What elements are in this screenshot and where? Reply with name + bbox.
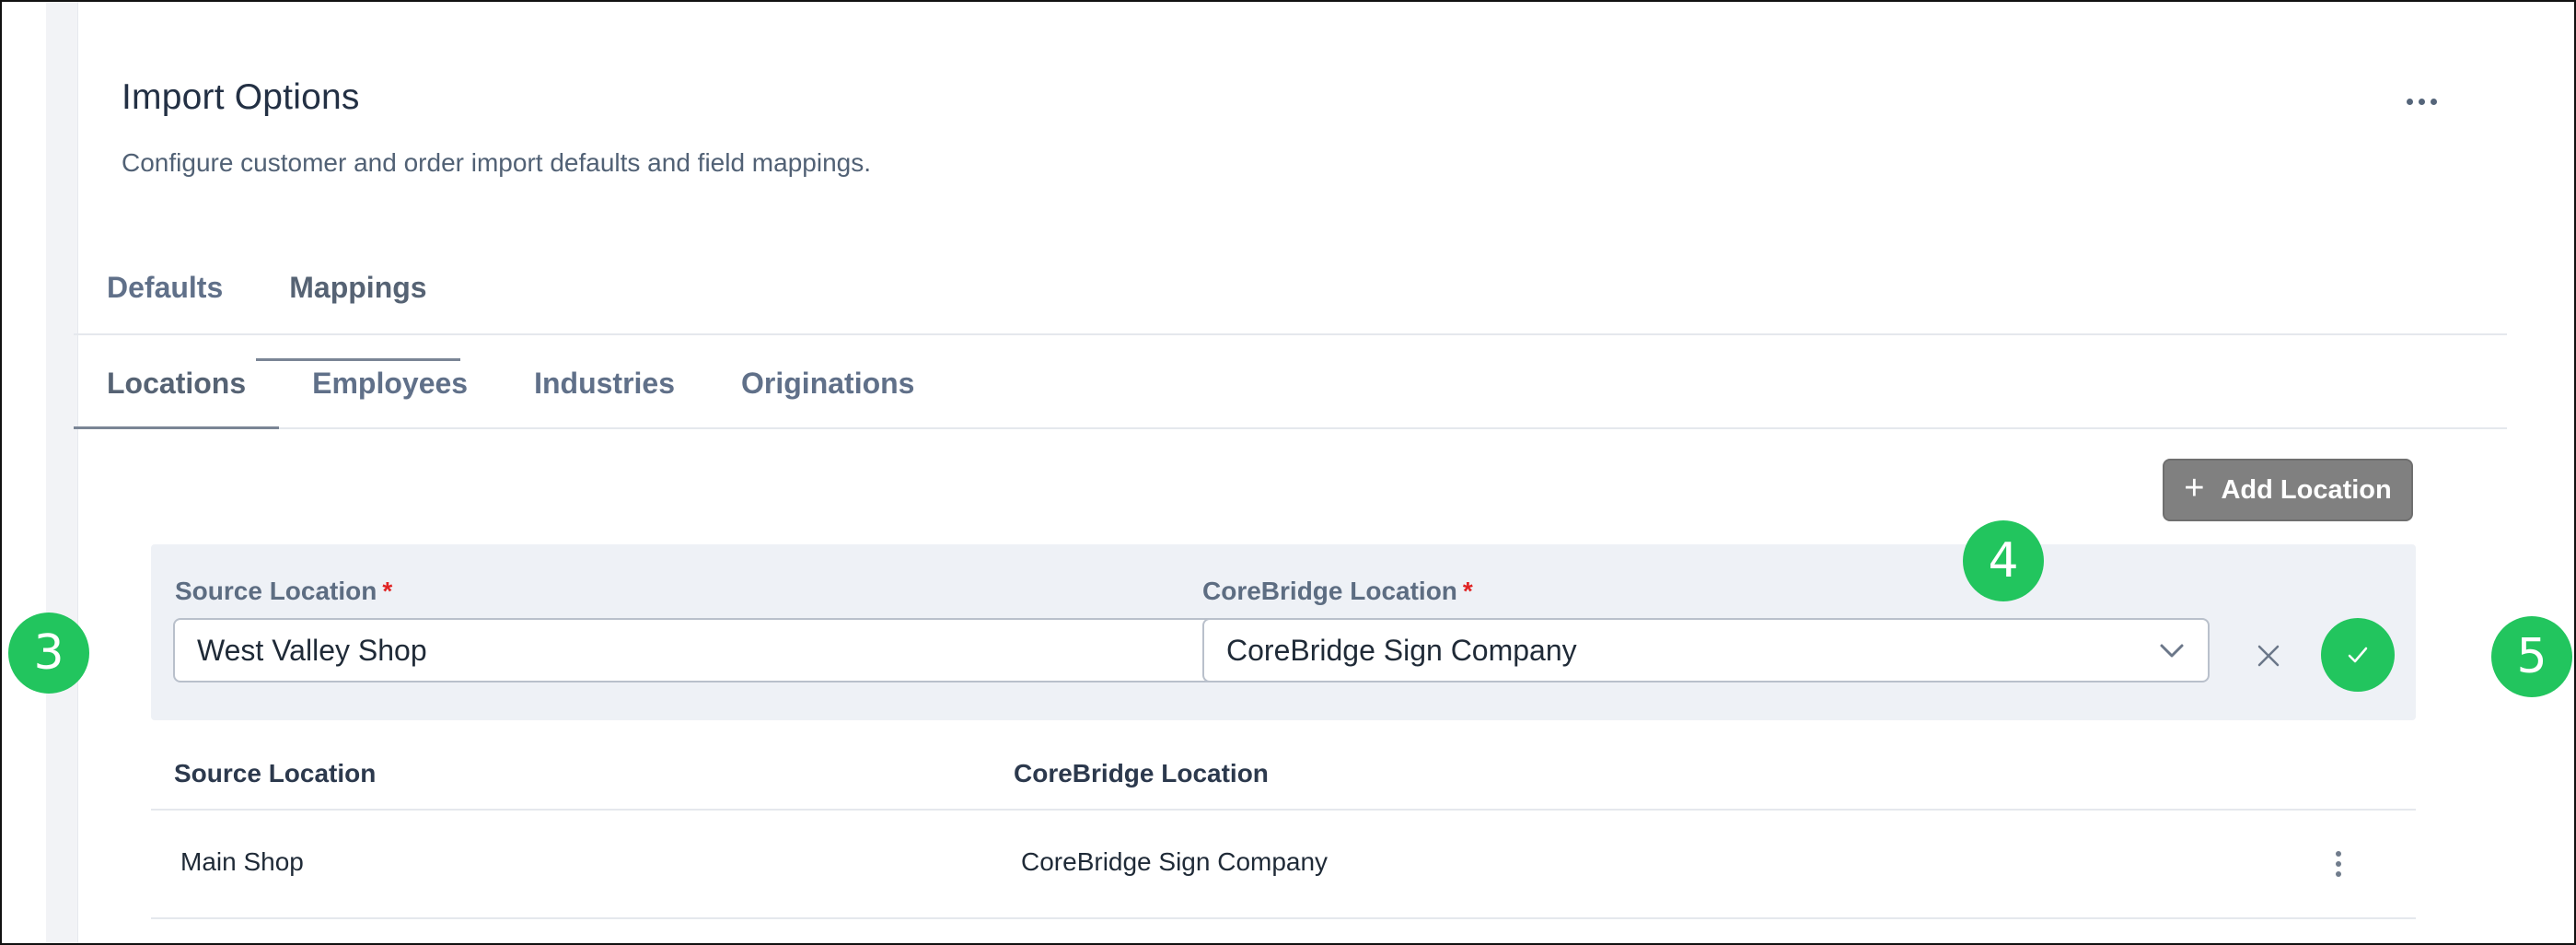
row-source-location: Main Shop xyxy=(180,847,304,876)
more-options-icon[interactable] xyxy=(2394,83,2449,120)
callout-badge-5: 5 xyxy=(2491,616,2572,697)
tab-industries[interactable]: Industries xyxy=(501,339,708,427)
confirm-edit-button[interactable] xyxy=(2321,618,2395,692)
primary-tabs: Defaults Mappings xyxy=(74,245,2507,361)
tab-locations[interactable]: Locations xyxy=(74,339,280,429)
source-location-label: Source Location * xyxy=(175,577,392,606)
corebridge-location-label: CoreBridge Location * xyxy=(1202,577,1473,606)
column-corebridge-location: CoreBridge Location xyxy=(1014,759,1269,788)
column-source-location: Source Location xyxy=(174,759,377,788)
cancel-edit-icon[interactable] xyxy=(2241,628,2296,683)
corebridge-location-select[interactable]: CoreBridge Sign Company xyxy=(1202,618,2210,682)
tab-employees[interactable]: Employees xyxy=(279,339,501,427)
left-rail xyxy=(46,2,78,943)
corebridge-location-label-text: CoreBridge Location xyxy=(1202,577,1457,605)
add-location-button[interactable]: + Add Location xyxy=(2163,459,2413,521)
row-corebridge-location: CoreBridge Sign Company xyxy=(1021,847,1329,876)
secondary-tabs: Locations Employees Industries Originati… xyxy=(74,339,2507,429)
add-location-label: Add Location xyxy=(2221,474,2392,505)
source-location-input[interactable]: West Valley Shop xyxy=(173,618,1353,682)
check-icon xyxy=(2348,647,2368,663)
required-marker: * xyxy=(382,577,393,605)
required-marker: * xyxy=(1462,577,1473,605)
table-header: Source Location CoreBridge Location xyxy=(151,739,2416,811)
page-title: Import Options xyxy=(122,77,360,117)
plus-icon: + xyxy=(2184,469,2205,508)
chevron-down-icon xyxy=(2160,644,2184,658)
corebridge-location-value: CoreBridge Sign Company xyxy=(1226,633,1577,667)
location-edit-row: Source Location * West Valley Shop CoreBr… xyxy=(151,544,2416,720)
callout-badge-3: 3 xyxy=(8,612,89,694)
row-actions-icon[interactable] xyxy=(2320,844,2357,884)
source-location-value: West Valley Shop xyxy=(197,633,427,667)
page-subtitle: Configure customer and order import defa… xyxy=(122,148,871,177)
callout-badge-4: 4 xyxy=(1963,520,2044,601)
app-frame: Import Options Configure customer and or… xyxy=(0,0,2576,945)
source-location-label-text: Source Location xyxy=(175,577,377,605)
tab-originations[interactable]: Originations xyxy=(708,339,947,427)
table-row[interactable]: Main Shop CoreBridge Sign Company xyxy=(151,811,2416,919)
